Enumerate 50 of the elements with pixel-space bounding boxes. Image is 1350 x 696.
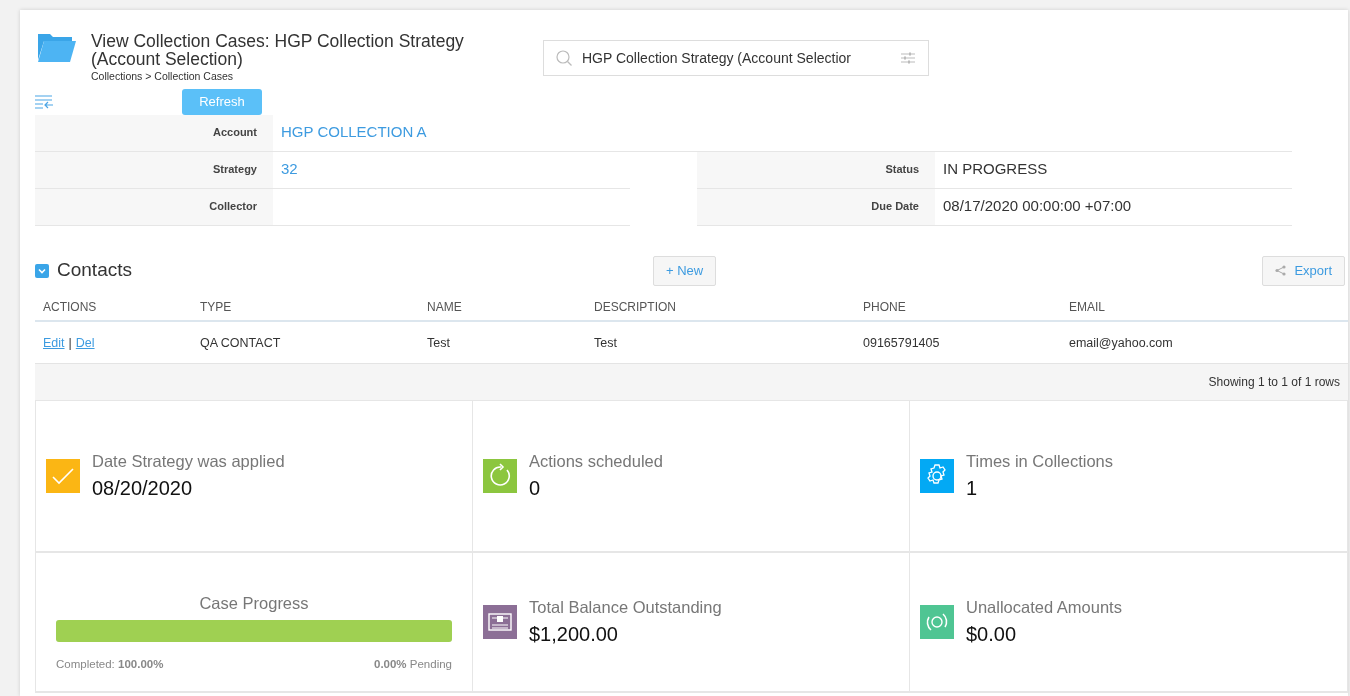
search-field[interactable]: HGP Collection Strategy (Account Selectior	[543, 40, 929, 76]
progress-label: Case Progress	[198, 593, 310, 614]
action-link[interactable]: Del	[75, 336, 95, 351]
field-label: Strategy	[212, 162, 257, 178]
table-cell: QA CONTACT	[200, 336, 281, 351]
stat-value: 0	[529, 476, 542, 502]
search-icon	[556, 50, 572, 66]
stat-label: Date Strategy was applied	[92, 450, 285, 472]
export-button[interactable]: Export	[1262, 255, 1345, 286]
column-header: NAME	[427, 299, 462, 314]
column-header: EMAIL	[1069, 299, 1105, 314]
column-header: PHONE	[863, 299, 906, 314]
field-label: Status	[885, 162, 919, 178]
stat-value: 1	[966, 476, 979, 502]
expand-toggle[interactable]	[35, 263, 49, 278]
column-header: DESCRIPTION	[594, 299, 676, 314]
field-value: 08/17/2020 00:00:00 +07:00	[943, 196, 1132, 217]
field-link[interactable]: HGP COLLECTION A	[281, 121, 427, 144]
collapse-menu-icon[interactable]	[35, 94, 55, 109]
filter-icon[interactable]	[900, 51, 916, 65]
section-title: Contacts	[57, 258, 132, 283]
field-label: Account	[213, 125, 257, 141]
share-icon	[1275, 265, 1287, 276]
stat-value: $1,200.00	[529, 622, 619, 648]
pagination-info: Showing 1 to 1 of 1 rows	[1208, 374, 1340, 391]
table-cell: Test	[594, 336, 617, 351]
stat-value: 08/20/2020	[92, 476, 194, 502]
stat-label: Actions scheduled	[529, 450, 663, 472]
progress-pending: 0.00% Pending	[374, 656, 452, 672]
field-label: Due Date	[871, 199, 919, 215]
action-link[interactable]: Edit	[43, 336, 65, 351]
column-header: ACTIONS	[43, 299, 97, 314]
folder-icon	[38, 32, 76, 62]
table-cell: email@yahoo.com	[1069, 336, 1173, 351]
page-title: View Collection Cases: HGP Collection Strategy (Account Selection)	[91, 32, 465, 69]
table-cell: 09165791405	[863, 336, 940, 351]
refresh-button[interactable]: Refresh	[182, 88, 262, 115]
field-value: IN PROGRESS	[943, 159, 1048, 180]
field-link[interactable]: 32	[281, 158, 298, 181]
stat-label: Unallocated Amounts	[966, 596, 1122, 618]
breadcrumb: Collections > Collection Cases	[91, 69, 235, 84]
stat-value: $0.00	[966, 622, 1018, 648]
field-label: Collector	[209, 199, 257, 215]
separator: |	[68, 336, 72, 351]
table-cell: Test	[427, 336, 450, 351]
new-button[interactable]: + New	[653, 255, 717, 286]
stat-label: Times in Collections	[966, 450, 1114, 472]
progress-completed: Completed: 100.00%	[56, 656, 164, 672]
column-header: TYPE	[200, 299, 232, 314]
stat-label: Total Balance Outstanding	[529, 596, 722, 618]
